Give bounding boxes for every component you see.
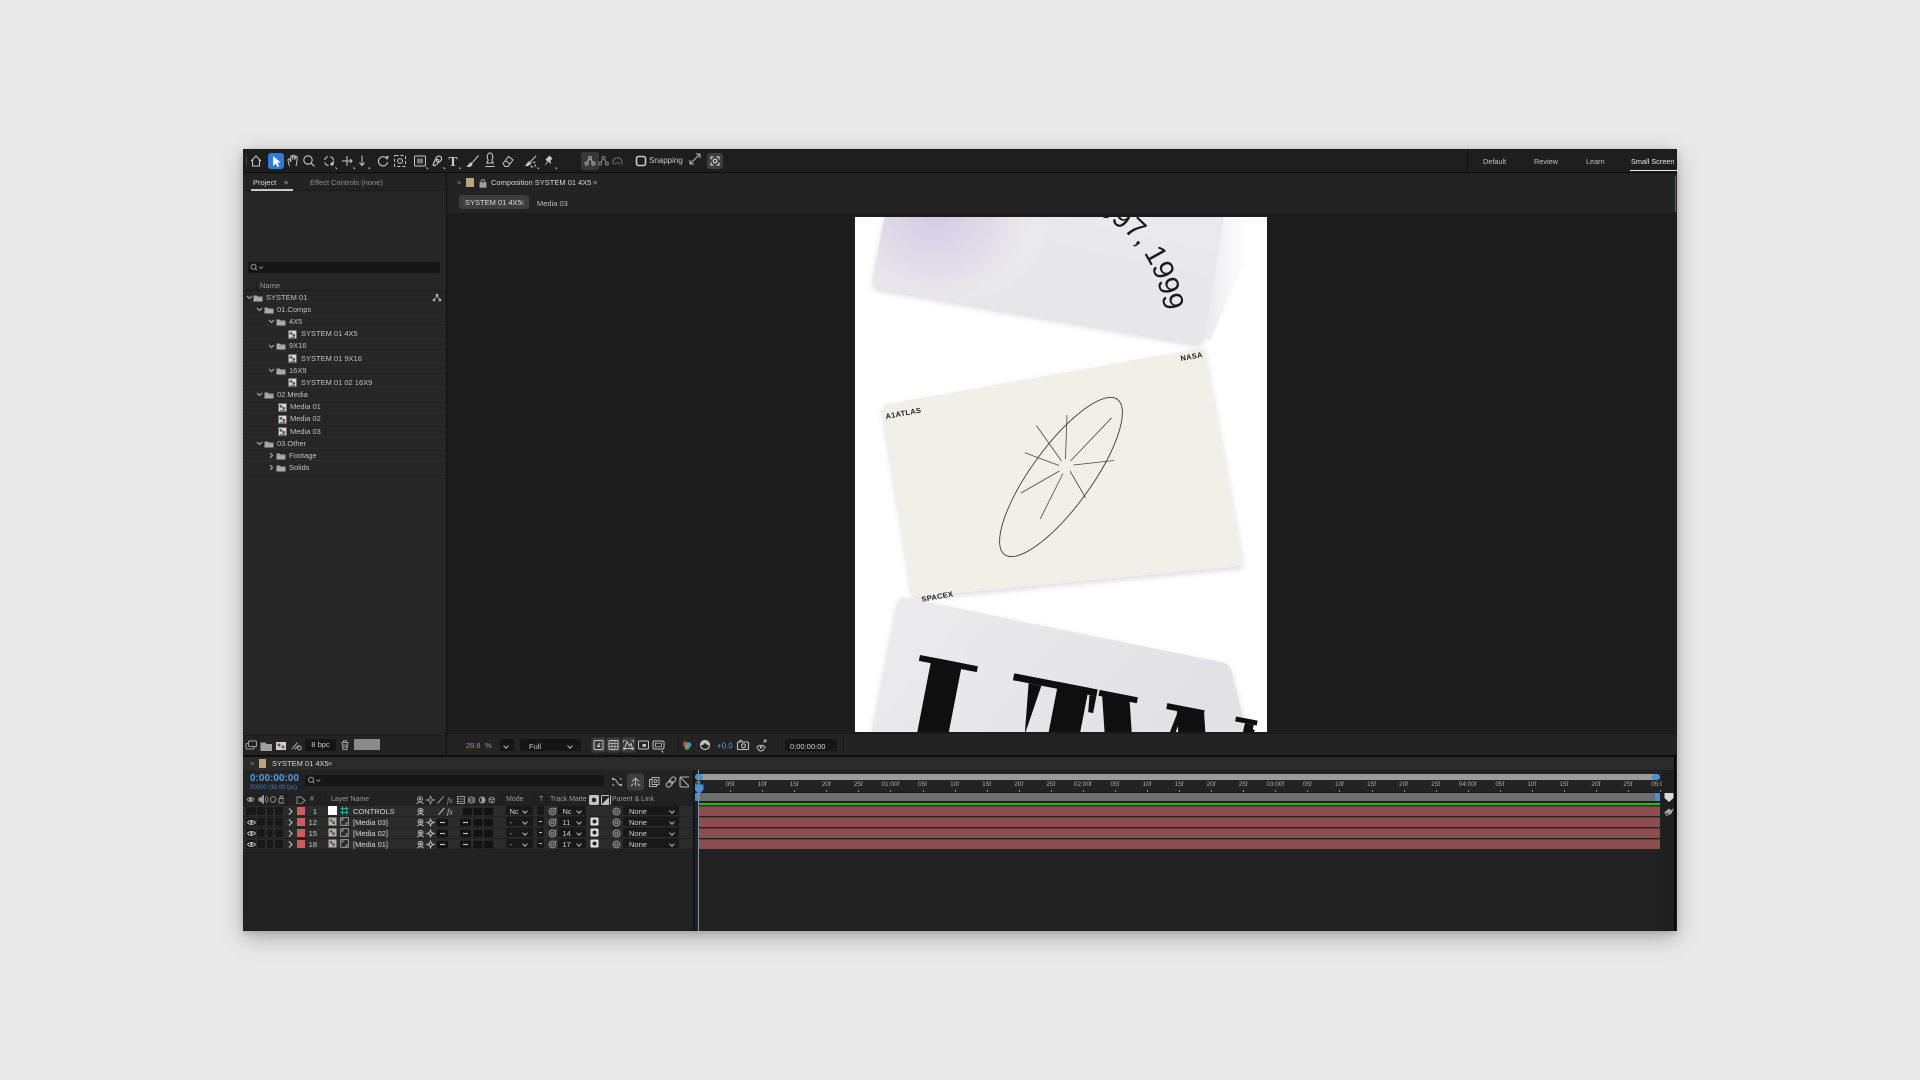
svg-text:+0.0: +0.0 (717, 742, 733, 751)
svg-text:fx: fx (447, 807, 453, 816)
